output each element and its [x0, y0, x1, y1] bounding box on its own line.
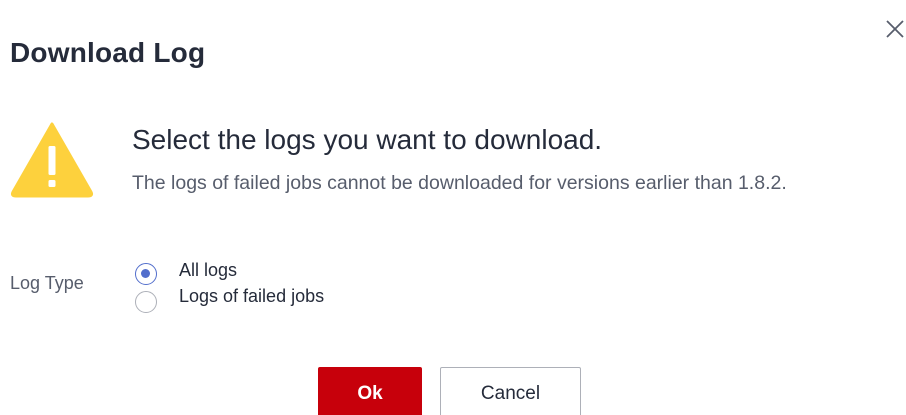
ok-button[interactable]: Ok — [318, 367, 422, 415]
warning-triangle-icon — [10, 122, 94, 198]
close-button[interactable] — [884, 18, 906, 40]
log-type-radio-group: All logs Logs of failed jobs — [135, 260, 324, 316]
radio-option-all-logs[interactable]: All logs — [135, 260, 324, 288]
radio-failed-jobs[interactable] — [135, 291, 157, 313]
radio-option-failed-jobs[interactable]: Logs of failed jobs — [135, 286, 324, 316]
radio-failed-jobs-label[interactable]: Logs of failed jobs — [179, 286, 324, 307]
download-log-dialog: Download Log Select the logs you want to… — [0, 0, 906, 415]
radio-all-logs[interactable] — [135, 263, 157, 285]
message-headline: Select the logs you want to download. — [132, 124, 603, 155]
log-type-label: Log Type — [10, 273, 84, 293]
cancel-button[interactable]: Cancel — [440, 367, 581, 415]
close-icon[interactable] — [884, 18, 906, 40]
dialog-title: Download Log — [10, 37, 206, 68]
message-description: The logs of failed jobs cannot be downlo… — [132, 172, 787, 194]
radio-all-logs-label[interactable]: All logs — [179, 260, 237, 281]
